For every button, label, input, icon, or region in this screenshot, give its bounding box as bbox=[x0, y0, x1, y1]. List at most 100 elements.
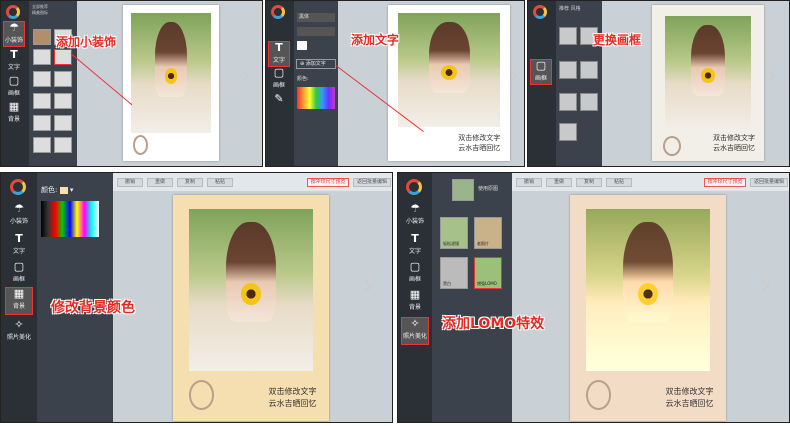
photo-caption[interactable]: 双击修改文字 云水吉晒回忆 bbox=[666, 386, 714, 410]
brick-icon: ▦ bbox=[8, 100, 20, 113]
deco-item[interactable] bbox=[54, 93, 72, 109]
tool-background[interactable]: ▦ 背景 bbox=[5, 287, 33, 315]
paste-button[interactable]: 粘贴 bbox=[207, 178, 233, 187]
next-arrow-icon[interactable]: › bbox=[510, 63, 518, 87]
flower-decoration[interactable] bbox=[241, 283, 261, 305]
redo-button[interactable]: 重做 bbox=[546, 178, 572, 187]
frame-icon: ▢ bbox=[273, 66, 285, 79]
color-palette[interactable] bbox=[41, 201, 99, 237]
next-arrow-icon[interactable]: › bbox=[363, 268, 375, 301]
deco-item[interactable] bbox=[33, 29, 51, 45]
bold-toggle[interactable] bbox=[297, 41, 307, 50]
tool-sidebar: ☂ 小装饰 T 文字 ▢ 画框 ▦ 背景 ✧ 照片美化 bbox=[398, 173, 432, 422]
deco-item[interactable] bbox=[54, 49, 72, 65]
tool-background[interactable]: ✎ bbox=[268, 93, 290, 119]
tool-text[interactable]: T 文字 bbox=[3, 49, 25, 75]
add-text-button[interactable]: ⊕ 添加文字 bbox=[296, 59, 336, 69]
next-arrow-icon[interactable]: › bbox=[242, 63, 250, 87]
frame-item[interactable] bbox=[580, 93, 598, 111]
photo-caption[interactable]: 双击修改文字 云水吉晒回忆 bbox=[713, 133, 755, 153]
back-button[interactable]: 返回批量编辑 bbox=[750, 178, 788, 187]
undo-button[interactable]: 撤销 bbox=[516, 178, 542, 187]
stamp-decoration[interactable] bbox=[188, 380, 214, 410]
deco-item[interactable] bbox=[33, 93, 51, 109]
stamp-decoration[interactable] bbox=[585, 380, 611, 410]
original-thumb[interactable] bbox=[452, 179, 474, 201]
frame-icon: ▢ bbox=[13, 260, 25, 273]
tool-decoration[interactable]: ☂ 小装饰 bbox=[6, 203, 32, 231]
preview-button[interactable]: 按冲印尺寸预览 bbox=[307, 178, 349, 187]
logo-icon bbox=[533, 5, 547, 19]
photo-caption[interactable]: 双击修改文字 云水吉晒回忆 bbox=[269, 386, 317, 410]
umbrella-icon: ☂ bbox=[9, 21, 19, 34]
annotation-label: 添加小装饰 bbox=[56, 35, 117, 49]
tool-frame[interactable]: ▢ 画框 bbox=[6, 261, 32, 289]
photo-caption[interactable]: 双击修改文字 云水吉晒回忆 bbox=[458, 133, 500, 153]
deco-item[interactable] bbox=[33, 115, 51, 131]
stamp-decoration[interactable] bbox=[663, 136, 682, 157]
deco-item[interactable] bbox=[33, 49, 51, 65]
tool-text[interactable]: T 文字 bbox=[268, 41, 290, 67]
frame-item[interactable] bbox=[580, 61, 598, 79]
frame-item[interactable] bbox=[559, 27, 577, 45]
effect-item[interactable]: 增强LOMO bbox=[474, 257, 502, 289]
deco-item[interactable] bbox=[33, 137, 51, 153]
effects-panel: 使用原图 轻松滤镜 老照片 黑白 增强LOMO bbox=[432, 173, 512, 422]
tool-beautify[interactable]: ✧ 照片美化 bbox=[6, 319, 32, 347]
photo-canvas[interactable] bbox=[123, 5, 219, 161]
flower-decoration[interactable] bbox=[638, 283, 658, 305]
frame-item[interactable] bbox=[559, 61, 577, 79]
tool-frame[interactable]: ▢ 画框 bbox=[268, 67, 290, 93]
tool-text[interactable]: T 文字 bbox=[402, 233, 428, 261]
deco-item[interactable] bbox=[54, 137, 72, 153]
tool-background[interactable]: ▦ 背景 bbox=[402, 289, 428, 317]
effect-item[interactable]: 老照片 bbox=[474, 217, 502, 249]
photo-canvas[interactable]: 双击修改文字 云水吉晒回忆 bbox=[570, 195, 726, 421]
frame-icon: ▢ bbox=[8, 74, 20, 87]
annotation-label: 添加LOMO特效 bbox=[442, 316, 545, 332]
effect-item[interactable]: 轻松滤镜 bbox=[440, 217, 468, 249]
tool-beautify[interactable]: ✧ 照片美化 bbox=[401, 317, 429, 345]
next-arrow-icon[interactable]: › bbox=[768, 63, 776, 87]
font-select[interactable]: 黑体 bbox=[297, 13, 335, 22]
tool-text[interactable]: T 文字 bbox=[6, 233, 32, 261]
frame-item[interactable] bbox=[559, 123, 577, 141]
photo-canvas[interactable]: 双击修改文字 云水吉晒回忆 bbox=[652, 5, 764, 161]
photo-canvas[interactable]: 双击修改文字 云水吉晒回忆 bbox=[173, 195, 329, 421]
deco-item[interactable] bbox=[54, 71, 72, 87]
flower-decoration[interactable] bbox=[701, 68, 715, 84]
tool-frame[interactable]: ▢ 画框 bbox=[402, 261, 428, 289]
color-picker[interactable] bbox=[59, 186, 68, 194]
tool-decoration[interactable]: ☂ 小装饰 bbox=[3, 21, 25, 47]
deco-item[interactable] bbox=[33, 71, 51, 87]
tool-frame[interactable]: ▢ 画框 bbox=[3, 75, 25, 101]
deco-tab[interactable]: 精美图标 bbox=[32, 10, 74, 16]
flower-decoration[interactable] bbox=[440, 65, 458, 80]
stamp-decoration[interactable] bbox=[132, 134, 148, 155]
tool-decoration[interactable]: ☂ 小装饰 bbox=[402, 203, 428, 231]
tool-frame[interactable]: ▢ 画框 bbox=[530, 59, 552, 85]
frame-item[interactable] bbox=[559, 93, 577, 111]
paste-button[interactable]: 粘贴 bbox=[606, 178, 632, 187]
next-arrow-icon[interactable]: › bbox=[760, 268, 772, 301]
back-button[interactable]: 返回批量编辑 bbox=[353, 178, 391, 187]
font-size-input[interactable] bbox=[297, 27, 335, 36]
undo-button[interactable]: 撤销 bbox=[117, 178, 143, 187]
panel-background: ☂ 小装饰 T 文字 ▢ 画框 ▦ 背景 ✧ 照片美化 颜色: ▾ 撤销 重做 复制 粘贴… bbox=[0, 172, 393, 423]
umbrella-icon: ☂ bbox=[14, 202, 24, 215]
annotation-label: 更换画框 bbox=[593, 33, 642, 47]
effect-item[interactable]: 黑白 bbox=[440, 257, 468, 289]
panel-effects: ☂ 小装饰 T 文字 ▢ 画框 ▦ 背景 ✧ 照片美化 使用原图 轻松滤镜 老照片 黑白 … bbox=[397, 172, 790, 423]
workspace: › bbox=[77, 1, 262, 166]
color-palette[interactable] bbox=[297, 87, 335, 109]
photo-canvas[interactable]: 双击修改文字 云水吉晒回忆 bbox=[388, 5, 510, 161]
logo-icon bbox=[406, 179, 422, 195]
preview-button[interactable]: 按冲印尺寸预览 bbox=[704, 178, 746, 187]
deco-item[interactable] bbox=[54, 115, 72, 131]
copy-button[interactable]: 复制 bbox=[177, 178, 203, 187]
original-label: 使用原图 bbox=[478, 186, 499, 192]
redo-button[interactable]: 重做 bbox=[147, 178, 173, 187]
copy-button[interactable]: 复制 bbox=[576, 178, 602, 187]
flower-decoration[interactable] bbox=[164, 68, 178, 84]
tool-background[interactable]: ▦ 背景 bbox=[3, 101, 25, 127]
